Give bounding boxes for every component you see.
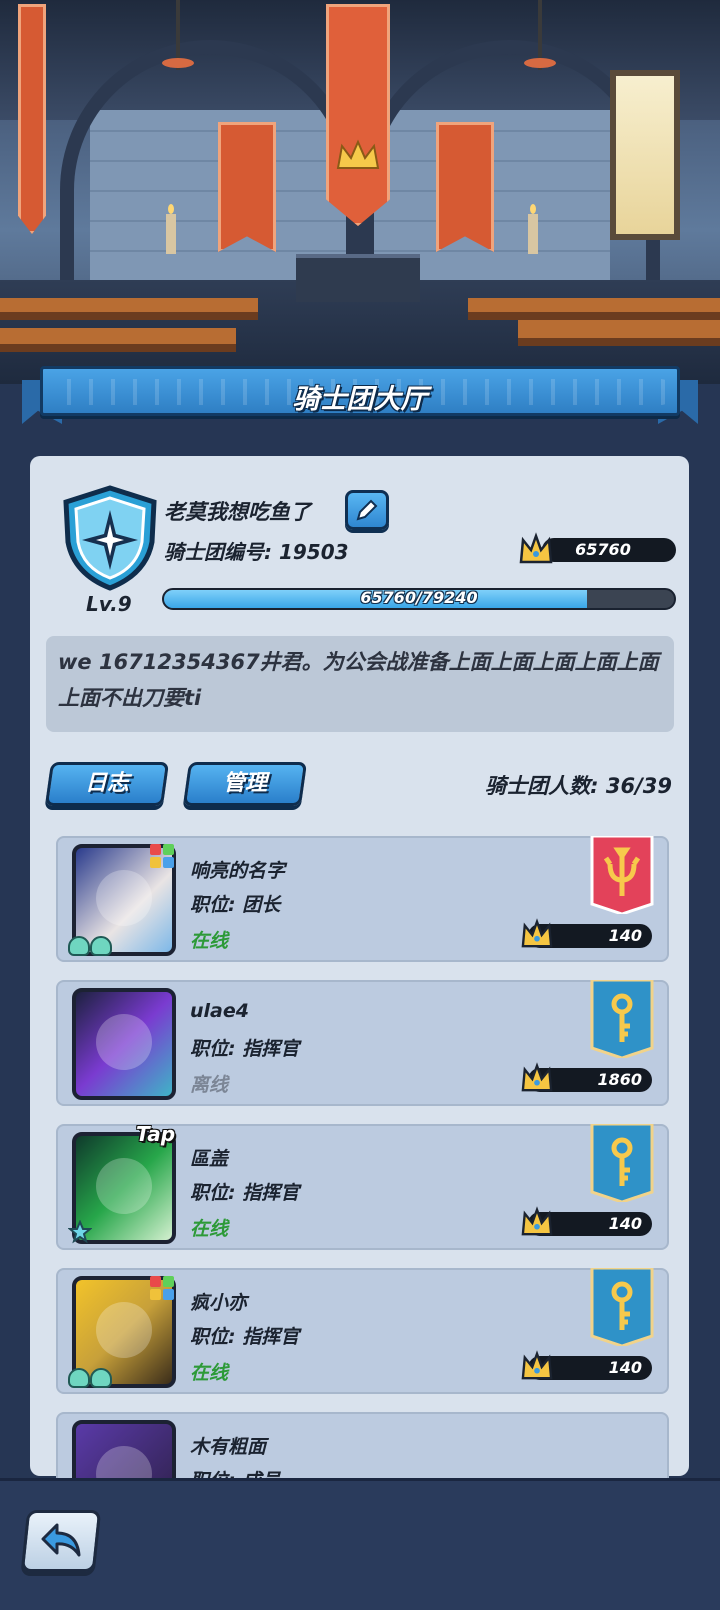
- key-banner-icon: [590, 1124, 654, 1202]
- altar: [296, 254, 420, 302]
- hanging-lamp-icon: [524, 0, 556, 70]
- crown-icon: [519, 532, 553, 564]
- guild-id: 骑士团编号: 19503: [164, 540, 349, 564]
- candle-icon: [166, 204, 176, 254]
- member-status: 在线: [190, 930, 229, 952]
- member-row[interactable]: Tap 區盖 职位: 指挥官 在线 140: [56, 1122, 669, 1250]
- member-name: 疯小亦: [190, 1292, 248, 1314]
- window: [610, 70, 680, 240]
- pencil-icon: [356, 499, 378, 521]
- member-name: 區盖: [190, 1148, 229, 1170]
- crown-banner-center: [326, 4, 390, 226]
- member-name: ulae4: [190, 1000, 249, 1022]
- wooden-table: [518, 320, 720, 346]
- status-dots-icon: [150, 1276, 176, 1302]
- member-count: 骑士团人数: 36/39: [485, 774, 672, 798]
- manage-button-label: 管理: [222, 771, 267, 796]
- guild-notice: we 16712354367井君。为公会战准备上面上面上面上面上面上面不出刀要t…: [46, 636, 674, 732]
- trident-banner-icon: [590, 836, 654, 914]
- log-button-label: 日志: [84, 771, 129, 796]
- member-row[interactable]: 响亮的名字 职位: 团长 在线 140: [56, 836, 669, 962]
- member-role: 职位: 指挥官: [190, 1038, 300, 1060]
- member-name: 木有粗面: [190, 1436, 267, 1458]
- manage-button[interactable]: 管理: [182, 762, 308, 806]
- member-row[interactable]: 疯小亦 职位: 指挥官 在线 140: [56, 1268, 669, 1394]
- guild-points: 65760: [575, 540, 631, 559]
- avatar-face: [96, 870, 152, 926]
- star-icon: [68, 1220, 92, 1244]
- member-name: 响亮的名字: [190, 860, 286, 882]
- member-row[interactable]: ulae4 职位: 指挥官 离线 1860: [56, 980, 669, 1106]
- member-role: 职位: 指挥官: [190, 1182, 300, 1204]
- avatar-face: [96, 1158, 152, 1214]
- key-banner-icon: [590, 980, 654, 1058]
- pet-slime-icon: [68, 928, 116, 956]
- dragon-banner-right: [436, 122, 494, 252]
- crown-icon: [521, 1350, 553, 1380]
- avatar-face: [96, 1014, 152, 1070]
- wooden-table: [0, 328, 236, 352]
- back-arrow-icon: [41, 1523, 81, 1557]
- member-role: 职位: 指挥官: [190, 1326, 300, 1348]
- log-button[interactable]: 日志: [44, 762, 170, 806]
- key-banner-icon: [590, 1268, 654, 1346]
- wooden-table: [0, 298, 258, 320]
- bottom-bar: [0, 1478, 720, 1610]
- edit-name-button[interactable]: [345, 490, 389, 530]
- avatar-face: [96, 1302, 152, 1358]
- guild-crest-icon: [63, 485, 157, 591]
- crown-icon: [521, 1062, 553, 1092]
- member-status: 在线: [190, 1218, 229, 1240]
- status-dots-icon: [150, 844, 176, 870]
- avatar[interactable]: [72, 988, 176, 1100]
- guild-level: Lv.9: [86, 592, 132, 616]
- guild-name: 老莫我想吃鱼了: [164, 500, 311, 524]
- guild-points-bar: 65760: [542, 538, 676, 562]
- wooden-table: [468, 298, 720, 320]
- pet-slime-icon: [68, 1360, 116, 1388]
- tap-badge: Tap: [136, 1122, 176, 1146]
- dragon-banner-left: [218, 122, 276, 252]
- member-status: 在线: [190, 1362, 229, 1384]
- member-role: 职位: 团长: [190, 894, 281, 916]
- hall-background: [0, 0, 720, 384]
- crown-emblem-icon: [336, 139, 380, 169]
- crown-icon: [521, 1206, 553, 1236]
- crown-icon: [521, 918, 553, 948]
- back-button[interactable]: [20, 1510, 102, 1572]
- wall-banner: [18, 4, 46, 234]
- exp-text: 65760/79240: [360, 588, 478, 607]
- hanging-lamp-icon: [162, 0, 194, 70]
- member-status: 离线: [190, 1074, 229, 1096]
- ribbon-band: 骑士团大厅: [40, 366, 680, 416]
- title-ribbon: 骑士团大厅: [22, 366, 698, 424]
- candle-icon: [528, 204, 538, 254]
- page-title: 骑士团大厅: [292, 384, 428, 415]
